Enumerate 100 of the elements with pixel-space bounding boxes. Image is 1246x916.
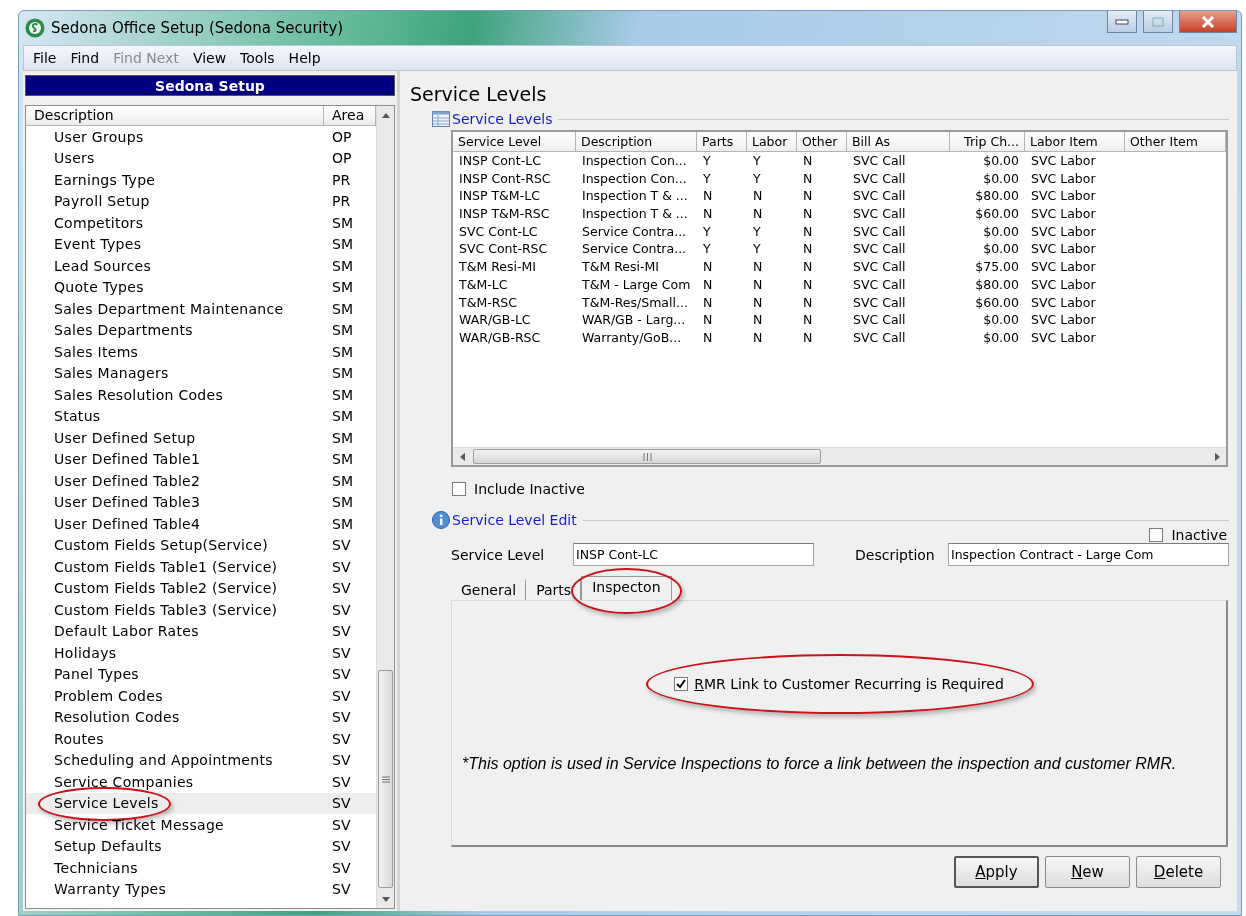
column-header[interactable]: Description [576,132,697,152]
service-level-field[interactable]: INSP Cont-LC [573,543,814,566]
table-cell-text: INSP Cont-RSC [458,169,552,188]
list-row[interactable]: Warranty Types SV [26,878,376,900]
scroll-left-icon[interactable] [459,453,465,461]
table-cell-text: Inspection Con... [581,152,688,170]
list-row[interactable]: Service Ticket Message SV [26,814,376,836]
list-row[interactable]: Payroll Setup PR [26,190,376,212]
menu-item[interactable]: File [26,50,64,66]
column-header[interactable]: Area [324,106,376,126]
list-item-text: Sales Department Maintenance [53,300,285,317]
scroll-down-icon[interactable] [381,896,390,902]
list-row[interactable]: Users OP [26,147,376,169]
table-cell-text: $0.00 [982,328,1020,347]
list-row[interactable]: Service Levels SV [26,792,376,814]
list-item-text: Problem Codes [53,687,164,704]
minimize-button[interactable] [1107,11,1137,33]
table-cell-text: T&M Resi-MI [458,258,537,276]
list-row[interactable]: User Defined Table4 SM [26,513,376,535]
list-row[interactable]: Custom Fields Table3 (Service) SV [26,599,376,621]
checkbox[interactable] [674,677,689,691]
list-row[interactable]: Event Types SM [26,233,376,255]
column-header[interactable]: Trip Ch... [950,132,1025,152]
table-cell-text: Inspection Con... [581,169,688,188]
scroll-thumb[interactable] [473,449,821,464]
table-cell-text: INSP T&M-RSC [458,205,551,223]
table-cell-text: T&M-RSC [458,293,519,312]
list-row[interactable]: Holidays SV [26,642,376,664]
list-item-area: PR [328,171,376,188]
list-row[interactable]: Routes SV [26,728,376,750]
scroll-right-icon[interactable] [1214,453,1220,461]
column-header[interactable]: Service Level [453,132,576,152]
list-row[interactable]: Competitors SM [26,212,376,234]
maximize-button[interactable] [1143,11,1173,33]
table-cell-text: N [752,275,764,294]
list-row[interactable]: Problem Codes SV [26,685,376,707]
list-row[interactable]: Default Labor Rates SV [26,620,376,642]
list-row[interactable]: User Defined Table1 SM [26,448,376,470]
list-row[interactable]: Panel Types SV [26,663,376,685]
list-row[interactable]: User Groups OP [26,126,376,148]
table-cell-text: N [752,293,764,312]
checkbox[interactable] [1149,528,1164,542]
tab[interactable]: Inspecton [581,576,672,600]
column-header[interactable]: Labor Item [1025,132,1125,152]
horizontal-scrollbar[interactable] [453,447,1226,465]
action-button[interactable]: New [1045,856,1130,888]
list-row[interactable]: Scheduling and Appointments SV [26,749,376,771]
vertical-scrollbar[interactable] [376,106,394,908]
list-row[interactable]: Custom Fields Table2 (Service) SV [26,577,376,599]
list-row[interactable]: Sales Managers SM [26,362,376,384]
close-button[interactable] [1179,11,1237,33]
list-row[interactable]: User Defined Table3 SM [26,491,376,513]
list-item-text: Panel Types [53,666,140,683]
list-item-area: OP [328,128,376,145]
table-cell-text: SVC Call [852,293,907,312]
column-header[interactable]: Description [26,106,324,126]
list-row[interactable]: Service Companies SV [26,771,376,793]
table-cell-text: SVC Labor [1030,169,1097,188]
action-button[interactable]: Delete [1136,856,1221,888]
table-cell-text: $0.00 [982,152,1020,170]
checkbox-label: Include Inactive [474,481,585,497]
list-row[interactable]: Custom Fields Setup(Service) SV [26,534,376,556]
scroll-up-icon[interactable] [381,112,390,118]
list-row[interactable]: Technicians SV [26,857,376,879]
action-button[interactable]: Apply [954,856,1039,888]
list-row[interactable]: Setup Defaults SV [26,835,376,857]
column-header[interactable]: Labor [747,132,797,152]
table-cell-text: Warranty/GoB... [581,328,683,347]
menu-item[interactable]: Tools [233,50,282,66]
menu-item[interactable]: Help [281,50,328,66]
list-item-text: Earnings Type [53,171,157,188]
list-row[interactable]: Sales Departments SM [26,319,376,341]
column-header[interactable]: Other [797,132,847,152]
menu-item[interactable]: View [185,50,234,66]
list-row[interactable]: User Defined Table2 SM [26,470,376,492]
list-row[interactable]: Custom Fields Table1 (Service) SV [26,556,376,578]
checkbox[interactable] [452,482,466,496]
list-row[interactable]: Resolution Codes SV [26,706,376,728]
column-header[interactable]: Other Item [1125,132,1226,152]
list-row[interactable]: Sales Resolution Codes SM [26,384,376,406]
page-title: Service Levels [410,83,548,105]
app-logo-icon [25,18,45,38]
list-item-text: Quote Types [53,279,145,296]
list-row[interactable]: Lead Sources SM [26,255,376,277]
list-row[interactable]: Status SM [26,405,376,427]
list-item-area: SV [328,623,376,640]
list-row[interactable]: Earnings Type PR [26,169,376,191]
menu-item[interactable]: Find [63,50,107,66]
table-cell-text: SVC Call [852,258,907,276]
column-header[interactable]: Bill As [847,132,950,152]
list-item-text: Default Labor Rates [53,623,200,640]
list-row[interactable]: Sales Items SM [26,341,376,363]
list-row[interactable]: User Defined Setup SM [26,427,376,449]
table-cell-text: N [702,205,714,223]
list-item-text: Setup Defaults [53,838,163,855]
scroll-thumb[interactable] [378,670,393,888]
description-field[interactable]: Inspection Contract - Large Com [948,543,1229,566]
column-header[interactable]: Parts [697,132,747,152]
list-row[interactable]: Sales Department Maintenance SM [26,298,376,320]
list-row[interactable]: Quote Types SM [26,276,376,298]
